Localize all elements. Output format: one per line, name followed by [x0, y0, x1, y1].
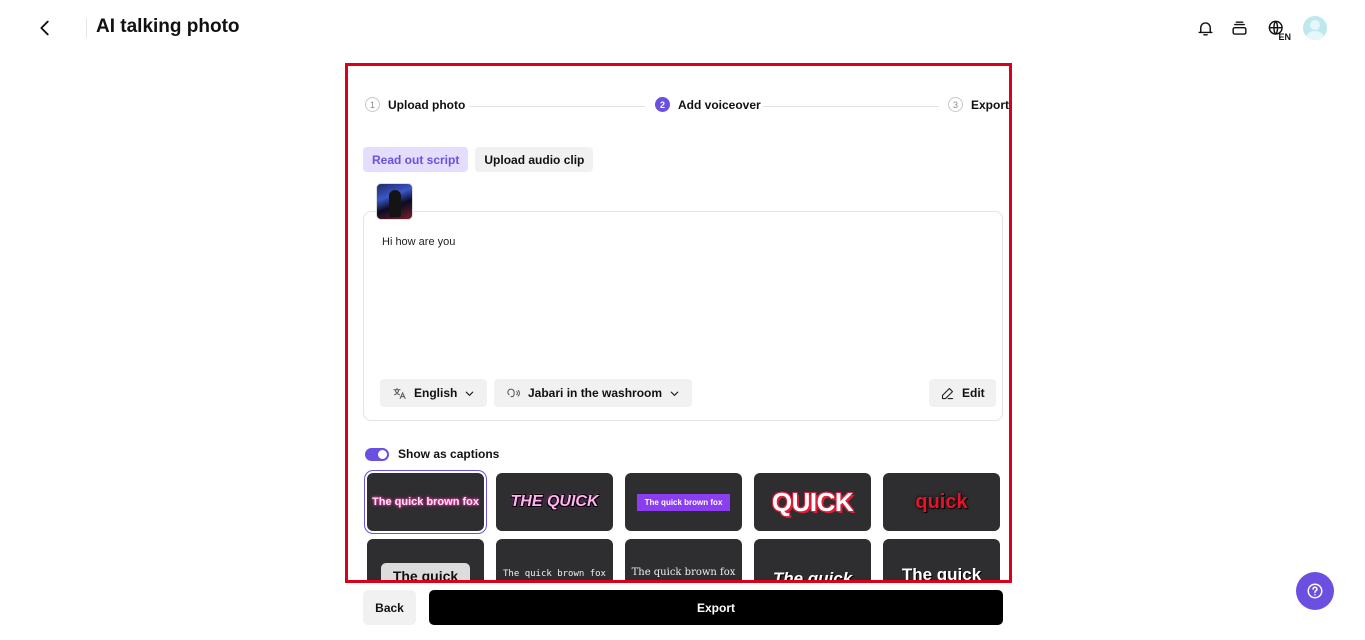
caption-style-preview: The quick [901, 565, 982, 583]
caption-style-card[interactable]: QUICK [754, 473, 871, 531]
uploaded-photo-thumbnail [376, 183, 413, 220]
question-icon [1307, 583, 1323, 599]
caption-style-card[interactable]: The quick brown fox [496, 539, 613, 580]
chevron-down-icon [466, 391, 474, 396]
caption-style-preview: The quick brown fox [636, 493, 731, 511]
caption-styles-grid: The quick brown fox THE QUICK The quick … [365, 471, 1007, 583]
bell-icon[interactable] [1195, 17, 1215, 39]
language-badge: EN [1278, 32, 1291, 42]
tab-read-out-script[interactable]: Read out script [363, 147, 469, 172]
voice-icon [507, 388, 520, 397]
caption-style-preview: The quick brown fox [372, 496, 479, 508]
caption-style-card[interactable]: The quick brown fox [365, 471, 486, 533]
back-arrow-icon[interactable] [34, 17, 56, 39]
caption-style-card[interactable]: quick [883, 473, 1000, 531]
step-connector [763, 106, 939, 107]
chevron-down-icon [670, 391, 679, 396]
globe-icon[interactable]: EN [1263, 17, 1291, 42]
step-number: 2 [655, 97, 670, 112]
step-connector [469, 106, 645, 107]
step-export: 3 Export [948, 97, 1009, 112]
captions-toggle-row: Show as captions [365, 447, 499, 461]
stack-icon[interactable] [1229, 17, 1249, 39]
language-dropdown[interactable]: English [380, 379, 488, 407]
captions-toggle-label: Show as captions [398, 447, 500, 461]
voice-dropdown[interactable]: Jabari in the washroom [494, 379, 693, 407]
caption-style-preview: The quick brown fox [631, 566, 736, 578]
script-box: Hi how are you English Jabari in the was… [363, 211, 1003, 421]
script-textarea[interactable]: Hi how are you [382, 236, 455, 248]
avatar[interactable] [1303, 16, 1327, 40]
caption-style-preview: The quick brown fox [503, 569, 606, 579]
step-number: 3 [948, 97, 963, 112]
language-label: English [414, 386, 458, 400]
back-button[interactable]: Back [363, 590, 416, 625]
step-add-voiceover: 2 Add voiceover [655, 97, 761, 112]
caption-style-preview: THE QUICK [510, 493, 599, 510]
caption-style-preview: The quick [772, 569, 853, 583]
caption-style-card[interactable]: The quick [754, 539, 871, 583]
page-title: AI talking photo [96, 16, 240, 37]
tab-upload-audio-clip[interactable]: Upload audio clip [475, 147, 594, 172]
top-icons: EN [1195, 16, 1327, 42]
stepper: 1 Upload photo 2 Add voiceover 3 Export [365, 97, 1009, 117]
step-label: Add voiceover [678, 97, 761, 112]
captions-toggle[interactable] [365, 447, 389, 461]
step-number: 1 [365, 97, 380, 112]
translate-icon [393, 387, 406, 399]
caption-style-card[interactable]: The quick [883, 539, 1000, 583]
help-button[interactable] [1296, 572, 1334, 610]
voiceover-tabs: Read out script Upload audio clip [363, 147, 594, 172]
caption-style-preview: quick [915, 490, 968, 513]
export-button[interactable]: Export [429, 590, 1003, 625]
caption-style-card[interactable]: The quick brown fox [625, 539, 742, 580]
voiceover-panel: 1 Upload photo 2 Add voiceover 3 Export … [345, 63, 1012, 583]
edit-button[interactable]: Edit [929, 379, 996, 407]
voice-label: Jabari in the washroom [528, 386, 663, 400]
pencil-icon [941, 387, 954, 399]
header-divider [86, 18, 87, 38]
edit-label: Edit [962, 386, 985, 400]
step-upload-photo: 1 Upload photo [365, 97, 465, 112]
caption-style-preview: QUICK [771, 486, 854, 517]
step-label: Upload photo [388, 97, 466, 112]
caption-style-preview: The quick [380, 562, 471, 580]
step-label: Export [971, 97, 1010, 112]
caption-style-card[interactable]: THE QUICK [496, 473, 613, 531]
caption-style-card[interactable]: The quick brown fox [625, 473, 742, 531]
caption-style-card[interactable]: The quick [367, 539, 484, 580]
